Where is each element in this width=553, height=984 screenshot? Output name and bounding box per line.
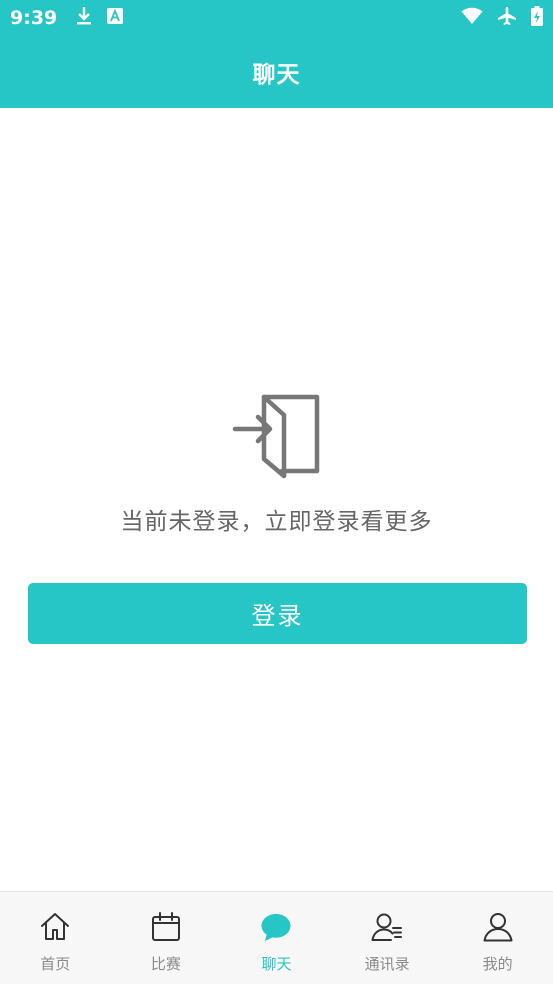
tab-label: 比赛: [150, 955, 181, 973]
tab-match[interactable]: 比赛: [111, 892, 222, 984]
main-content: 当前未登录，立即登录看更多 登录: [0, 108, 553, 891]
tab-label: 聊天: [261, 955, 292, 973]
download-icon: [75, 6, 93, 30]
status-time: 9:39: [10, 7, 58, 29]
chat-bubble-icon: [260, 911, 292, 947]
tab-label: 通讯录: [364, 955, 410, 973]
tab-contacts[interactable]: 通讯录: [332, 892, 443, 984]
login-button[interactable]: 登录: [28, 583, 527, 644]
tab-mine[interactable]: 我的: [442, 892, 553, 984]
page-title: 聊天: [252, 62, 301, 88]
contacts-icon: [371, 911, 403, 947]
profile-icon: [482, 911, 514, 947]
airplane-icon: [497, 6, 517, 30]
calendar-icon: [150, 911, 182, 947]
bottom-tab-bar: 首页 比赛 聊天 通讯录 我的: [0, 891, 553, 984]
app-a-icon: [107, 8, 124, 28]
login-door-icon: [232, 391, 324, 481]
app-header: 聊天: [0, 36, 553, 108]
tab-chat[interactable]: 聊天: [221, 892, 332, 984]
status-bar: 9:39: [0, 0, 553, 36]
not-logged-in-message: 当前未登录，立即登录看更多: [120, 509, 433, 535]
wifi-icon: [461, 7, 483, 29]
tab-label: 我的: [482, 955, 513, 973]
home-icon: [39, 911, 71, 947]
tab-label: 首页: [40, 955, 71, 973]
battery-charging-icon: [531, 6, 543, 30]
tab-home[interactable]: 首页: [0, 892, 111, 984]
